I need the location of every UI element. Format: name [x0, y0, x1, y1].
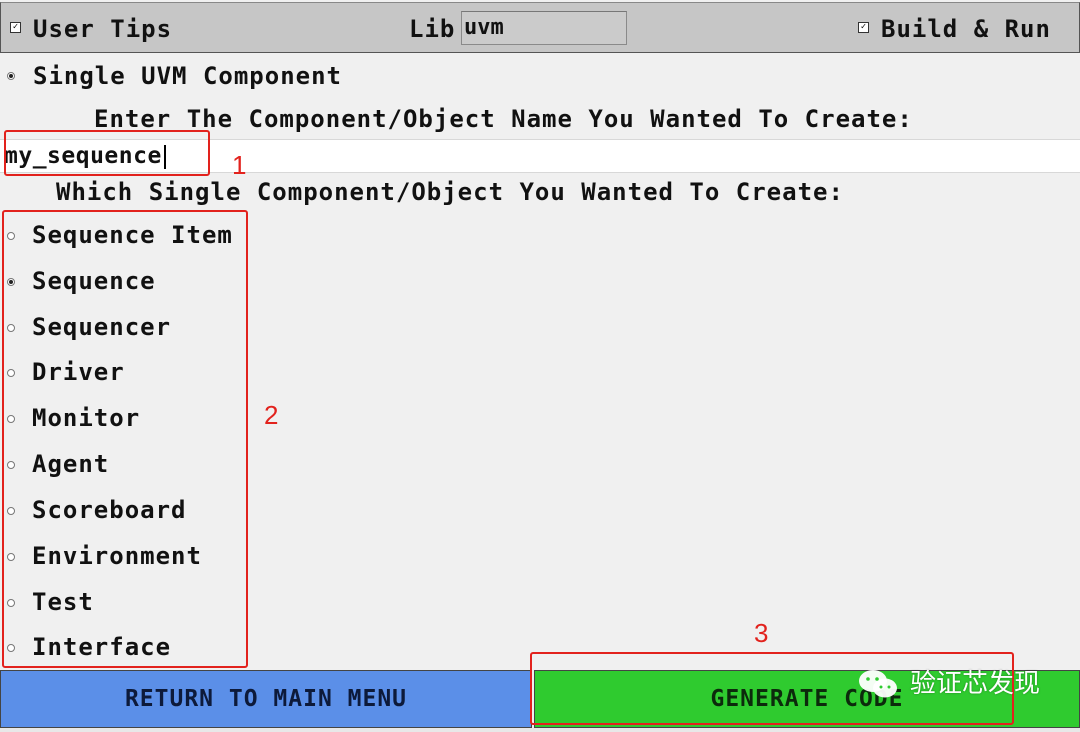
name-prompt: Enter The Component/Object Name You Want… [94, 105, 913, 133]
annotation-marker-2: 2 [264, 400, 279, 430]
lib-input[interactable]: uvm [461, 11, 627, 45]
app-window: ✓ User Tips Lib uvm ✓ Build & Run Single… [0, 0, 1080, 732]
top-toolbar: ✓ User Tips Lib uvm ✓ Build & Run [0, 2, 1080, 53]
build-run-label: Build & Run [881, 15, 1051, 43]
single-uvm-component-radio[interactable] [7, 72, 15, 80]
bottom-border [0, 728, 1080, 732]
annotation-box-2 [2, 210, 248, 668]
lib-label: Lib [409, 15, 456, 43]
annotation-marker-3: 3 [754, 618, 769, 648]
user-tips-checkbox[interactable]: ✓ [10, 22, 21, 33]
user-tips-label: User Tips [33, 15, 173, 43]
single-uvm-component-label: Single UVM Component [33, 62, 342, 90]
return-to-main-menu-button[interactable]: RETURN TO MAIN MENU [0, 670, 532, 728]
build-run-checkbox[interactable]: ✓ [858, 22, 869, 33]
wechat-icon [859, 670, 897, 698]
annotation-box-1 [4, 130, 210, 176]
annotation-marker-1: 1 [232, 150, 247, 180]
watermark-text: 验证芯发现 [910, 669, 1041, 699]
type-prompt: Which Single Component/Object You Wanted… [56, 178, 844, 206]
